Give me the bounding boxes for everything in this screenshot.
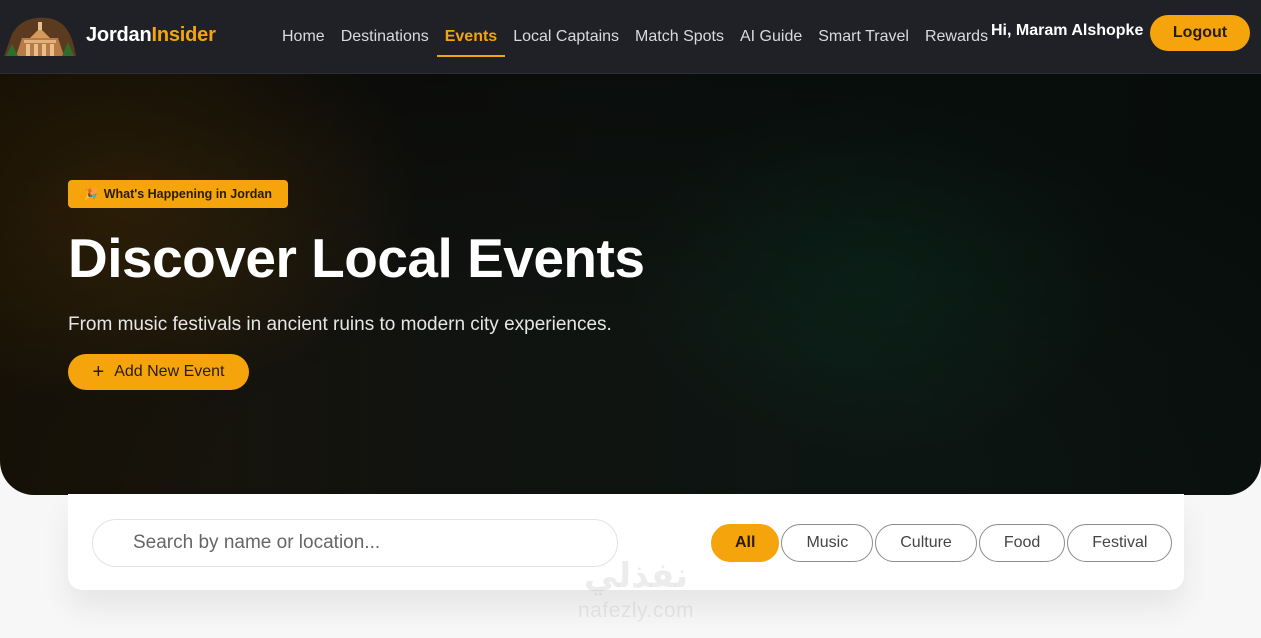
event-filter-card: All Music Culture Food Festival <box>68 494 1184 590</box>
nav-link-smart-travel[interactable]: Smart Travel <box>818 0 909 74</box>
nav-link-match-spots[interactable]: Match Spots <box>635 0 724 74</box>
hero-banner: 🎉 What's Happening in Jordan Discover Lo… <box>0 74 1261 495</box>
top-navbar: JordanInsider Home Destinations Events L… <box>0 0 1261 74</box>
petra-treasury-logo-icon <box>4 17 76 56</box>
nav-link-ai-guide[interactable]: AI Guide <box>740 0 802 74</box>
nav-link-rewards[interactable]: Rewards <box>925 0 988 74</box>
filter-pill-music[interactable]: Music <box>781 524 874 562</box>
brand[interactable]: JordanInsider <box>2 14 216 56</box>
add-new-event-label: Add New Event <box>114 363 225 380</box>
main-nav: Home Destinations Events Local Captains … <box>282 0 1004 74</box>
hero-badge-label: What's Happening in Jordan <box>103 187 272 201</box>
nav-link-home[interactable]: Home <box>282 0 325 74</box>
plus-icon: + <box>92 361 105 383</box>
category-filters: All Music Culture Food Festival <box>711 524 1174 562</box>
hero-badge: 🎉 What's Happening in Jordan <box>68 180 288 208</box>
page-title: Discover Local Events <box>68 227 645 289</box>
filter-pill-all[interactable]: All <box>711 524 780 562</box>
add-new-event-button[interactable]: + Add New Event <box>68 354 249 390</box>
nav-link-local-captains[interactable]: Local Captains <box>513 0 619 74</box>
brand-name: JordanInsider <box>86 24 216 46</box>
watermark-latin: nafezly.com <box>578 599 694 622</box>
filter-pill-food[interactable]: Food <box>978 524 1066 562</box>
search-input[interactable] <box>92 519 618 567</box>
hero-subtitle: From music festivals in ancient ruins to… <box>68 314 612 335</box>
nav-link-destinations[interactable]: Destinations <box>341 0 429 74</box>
party-popper-icon: 🎉 <box>84 188 98 201</box>
user-greeting: Hi, Maram Alshopke <box>991 22 1144 39</box>
nav-link-events[interactable]: Events <box>436 0 506 74</box>
filter-pill-festival[interactable]: Festival <box>1067 524 1173 562</box>
logout-button[interactable]: Logout <box>1150 15 1250 51</box>
filter-pill-culture[interactable]: Culture <box>875 524 977 562</box>
